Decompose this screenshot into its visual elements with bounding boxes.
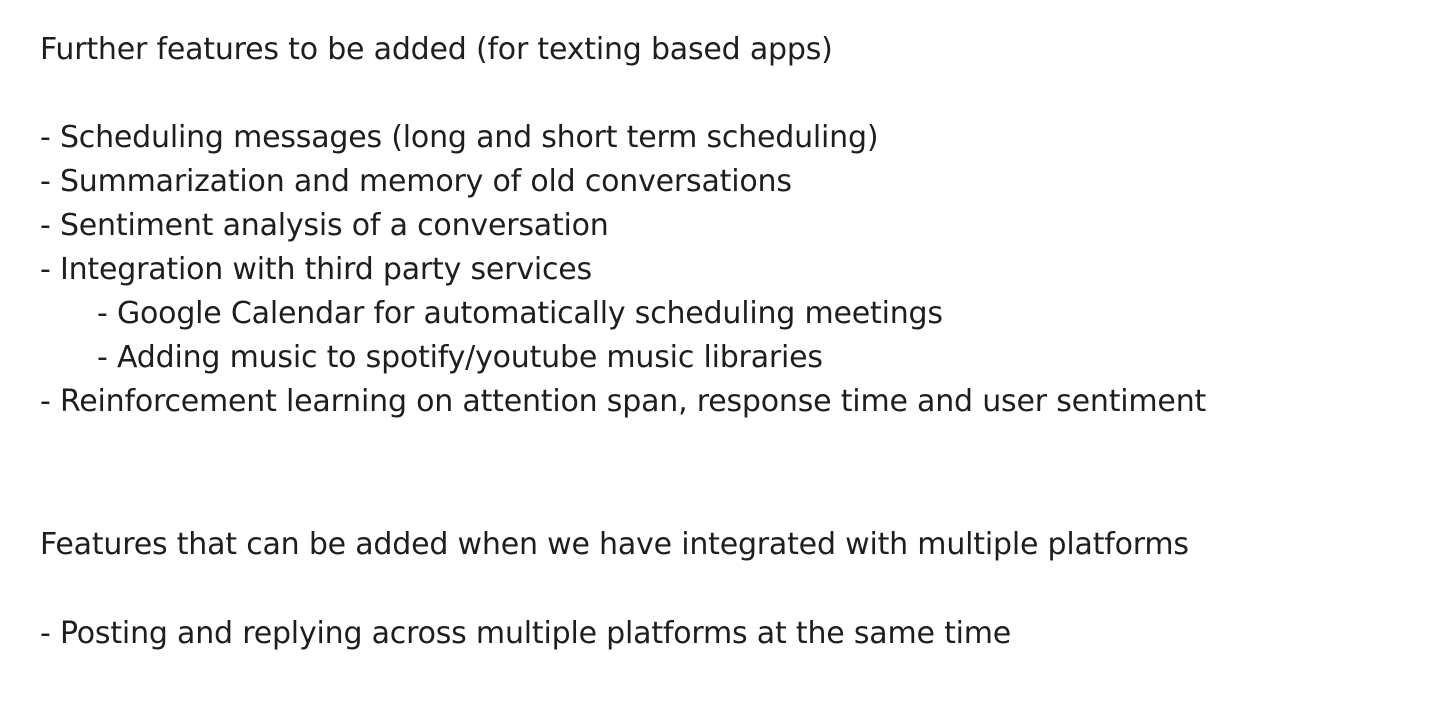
list-item: - Reinforcement learning on attention sp… [40,384,1207,419]
section-heading-multi-platform-features: Features that can be added when we have … [40,527,1189,562]
list-item: - Sentiment analysis of a conversation [40,208,609,243]
section-heading-texting-features: Further features to be added (for textin… [40,32,833,67]
sub-list-item: - Google Calendar for automatically sche… [97,296,943,331]
whiteboard-canvas: Further features to be added (for textin… [0,0,1440,716]
list-item: - Summarization and memory of old conver… [40,164,792,199]
list-item: - Integration with third party services [40,252,592,287]
list-item: - Scheduling messages (long and short te… [40,120,879,155]
list-item: - Posting and replying across multiple p… [40,616,1012,651]
sub-list-item: - Adding music to spotify/youtube music … [97,340,823,375]
